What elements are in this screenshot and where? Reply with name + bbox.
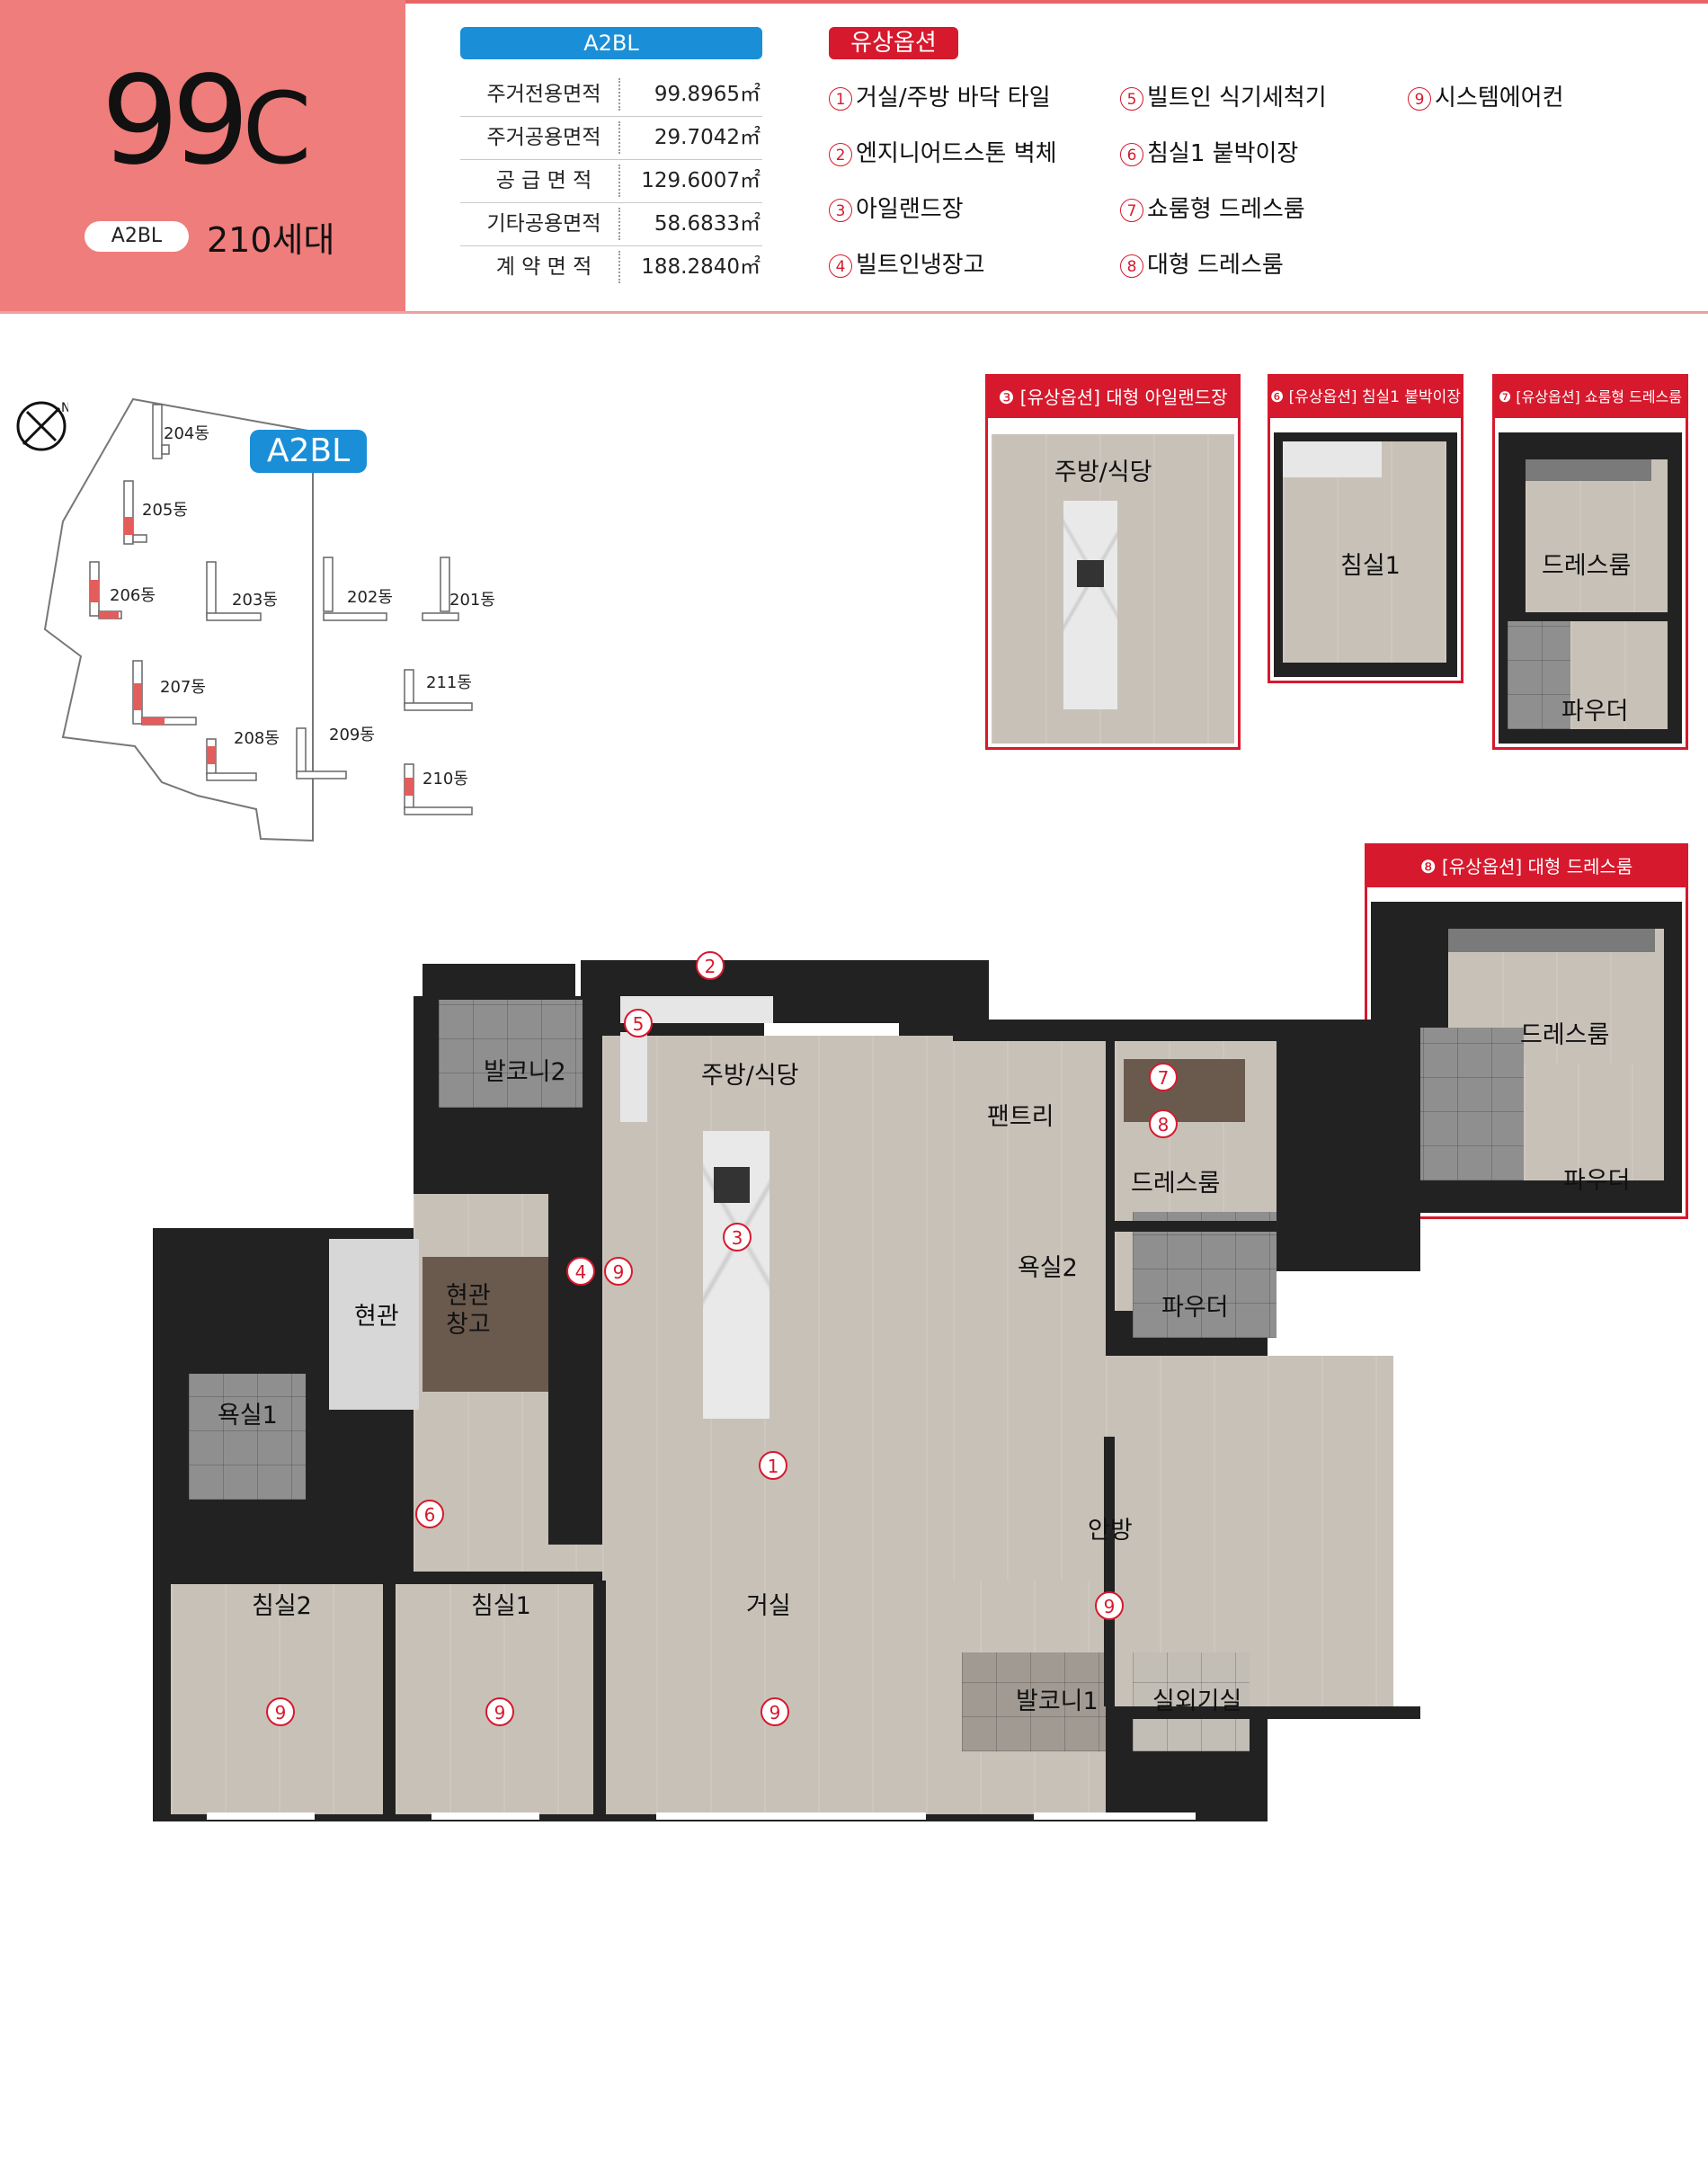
option-marker: 7 [1149,1063,1178,1091]
floor-plan: 발코니2 주방/식당 팬트리 드레스룸 현관 현관 창고 욕실2 파우더 욕실1… [153,951,1420,1821]
room-label-entrance-storage: 현관 창고 [446,1282,491,1339]
room-label-bed1: 침실1 [471,1592,531,1620]
room-label: 파우더 [1561,698,1629,726]
area-table-header: A2BL [460,27,762,59]
room-label-pantry: 팬트리 [987,1103,1054,1131]
wardrobe [1283,441,1382,477]
cooktop [1077,560,1104,587]
unit-type-title: 99C [0,54,405,196]
area-label: 주거전용면적 [486,83,601,106]
option-marker: 9 [604,1257,633,1286]
option-item: 1 거실/주방 바닥 타일 [829,79,1051,112]
option-marker: 6 [415,1500,444,1528]
room-label-bath1: 욕실1 [218,1402,278,1429]
area-value: 29.7042㎡ [654,126,761,149]
island-counter [1063,501,1117,709]
area-value: 58.6833㎡ [654,212,761,236]
option-item: 3 아일랜드장 [829,191,964,224]
option-marker: 9 [266,1697,295,1726]
room-label: 침실1 [1340,552,1401,580]
household-count: 210세대 [207,220,335,260]
room-label-dressroom: 드레스룸 [1131,1170,1221,1198]
area-row: 기타공용면적 58.6833㎡ [460,202,762,246]
building-label: 210동 [423,770,468,788]
option-marker: 5 [624,1009,653,1038]
option-item: 6 침실1 붙박이장 [1120,135,1298,168]
option-marker: 1 [759,1451,787,1480]
area-value: 129.6007㎡ [641,169,761,192]
building-label: 204동 [164,424,209,443]
area-value: 188.2840㎡ [641,255,761,279]
area-row: 주거공용면적 29.7042㎡ [460,116,762,160]
room-label-bed2: 침실2 [252,1592,312,1620]
area-label: 주거공용면적 [486,126,601,149]
building-label: 208동 [234,729,280,748]
paid-options-header: 유상옵션 [829,27,958,59]
building-label: 202동 [347,588,393,607]
unit-type-suffix: C [242,71,312,186]
panel-title: ❸ [유상옵션] 대형 아일랜드장 [988,377,1238,418]
room-label-bath2: 욕실2 [1018,1254,1078,1282]
building-label: 201동 [449,591,494,610]
panel-title: ❽ [유상옵션] 대형 드레스룸 [1367,846,1686,887]
room-label-balcony2: 발코니2 [484,1058,566,1086]
header-divider [0,311,1708,314]
option-item: 2 엔지니어드스톤 벽체 [829,135,1057,168]
option-panel-wardrobe: ❻ [유상옵션] 침실1 붙박이장 침실1 [1268,374,1463,683]
block-tag: A2BL [85,221,189,252]
option-item: 9 시스템에어컨 [1408,79,1564,112]
room-label-master: 안방 [1088,1517,1133,1545]
panel-title: ❼ [유상옵션] 쇼룸형 드레스룸 [1495,377,1686,418]
room-label-powder: 파우더 [1161,1294,1229,1322]
option-marker: 9 [1095,1591,1124,1620]
option-item: 8 대형 드레스룸 [1120,246,1284,280]
option-marker: 3 [723,1223,752,1251]
option-marker: 8 [1149,1109,1178,1138]
area-value: 99.8965㎡ [654,83,761,106]
option-panel-island: ❸ [유상옵션] 대형 아일랜드장 주방/식당 [985,374,1241,750]
room-label: 파우더 [1563,1167,1631,1195]
room-label-balcony1: 발코니1 [1016,1688,1099,1715]
area-label: 계 약 면 적 [495,255,592,279]
area-label: 기타공용면적 [486,212,601,236]
room-label-entrance: 현관 [354,1303,399,1331]
option-item: 5 빌트인 식기세척기 [1120,79,1327,112]
area-row: 주거전용면적 99.8965㎡ [460,73,762,117]
option-marker: 9 [761,1697,789,1726]
site-block-badge: A2BL [250,430,367,473]
header-top-line [405,0,1708,4]
building-label: 207동 [160,678,206,697]
building-label: 203동 [232,591,278,610]
area-label: 공 급 면 적 [495,169,592,192]
building-label: 205동 [142,501,188,520]
option-marker: 2 [696,951,725,980]
room-label: 드레스룸 [1542,552,1632,580]
room-label-ac-room: 실외기실 [1152,1688,1242,1715]
room-label: 주방/식당 [1054,459,1152,486]
panel-title: ❻ [유상옵션] 침실1 붙박이장 [1270,377,1461,418]
option-item: 4 빌트인냉장고 [829,246,985,280]
option-marker: 9 [485,1697,514,1726]
room-label: 드레스룸 [1520,1021,1610,1049]
room-label-kitchen: 주방/식당 [701,1062,799,1090]
option-item: 7 쇼룸형 드레스룸 [1120,191,1305,224]
area-row: 계 약 면 적 188.2840㎡ [460,245,762,289]
option-panel-showroom-dressroom: ❼ [유상옵션] 쇼룸형 드레스룸 드레스룸 파우더 [1492,374,1688,750]
building-label: 206동 [110,586,156,605]
option-marker: 4 [566,1257,595,1286]
building-label: 209동 [329,726,375,744]
room-label-living: 거실 [746,1592,791,1620]
unit-type-number: 99 [101,50,250,192]
area-row: 공 급 면 적 129.6007㎡ [460,159,762,203]
building-label: 211동 [426,673,472,692]
